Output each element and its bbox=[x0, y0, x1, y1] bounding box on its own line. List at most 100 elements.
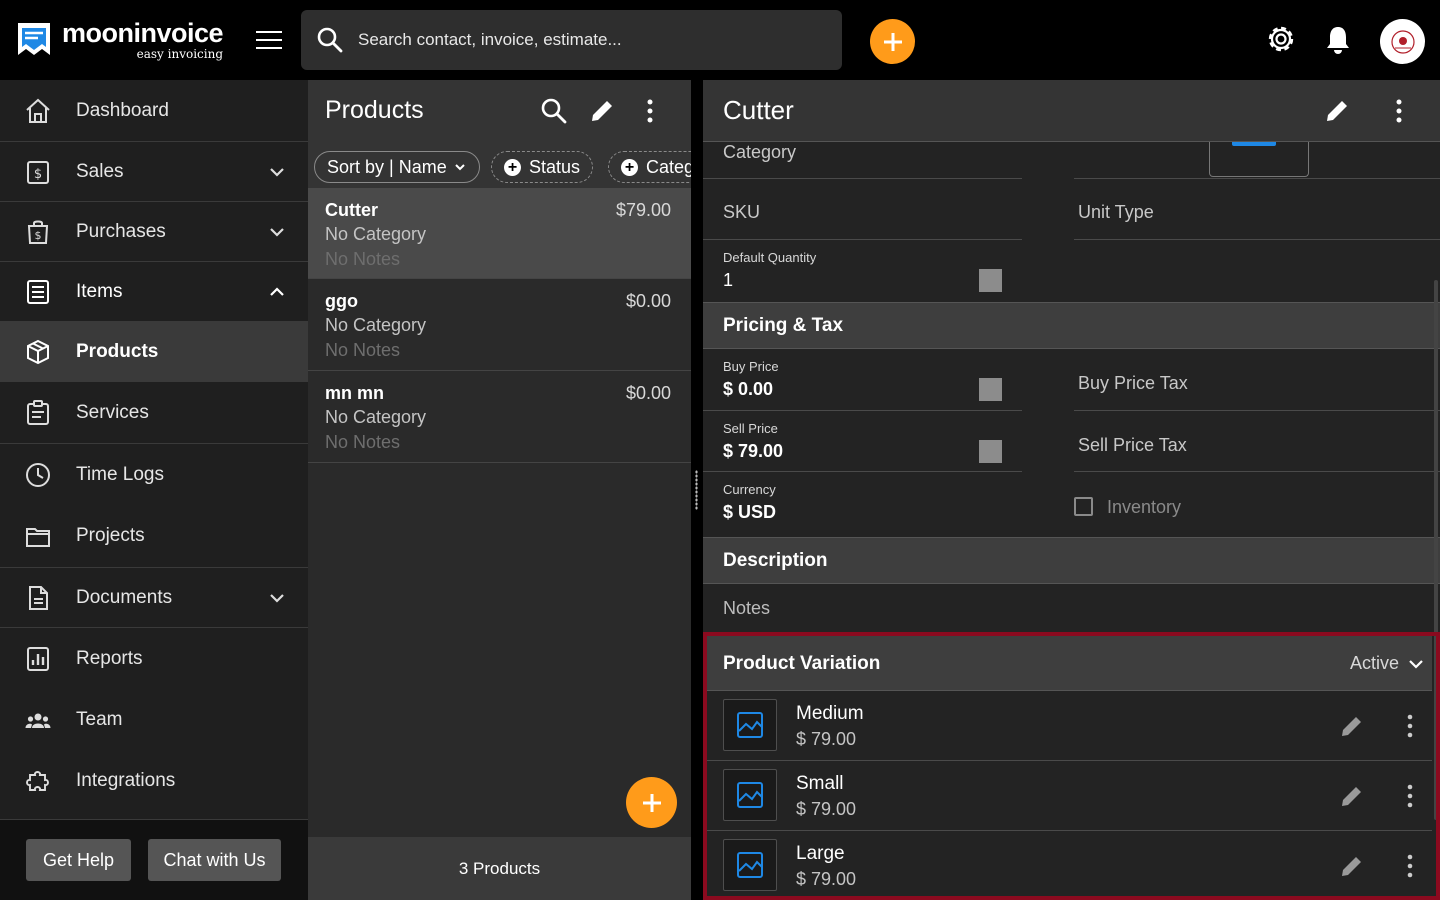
sidebar-item-projects[interactable]: Projects bbox=[0, 505, 308, 567]
team-icon bbox=[25, 713, 51, 728]
chevron-down-icon[interactable] bbox=[266, 221, 288, 243]
plus-icon bbox=[883, 32, 902, 51]
panel-resize-handle[interactable] bbox=[691, 80, 703, 900]
list-item[interactable]: Cutter $79.00 No Category No Notes bbox=[308, 188, 691, 279]
product-name: Cutter bbox=[325, 200, 378, 220]
box-icon bbox=[27, 339, 49, 364]
sidebar-item-reports[interactable]: Reports bbox=[0, 628, 308, 689]
sidebar-item-label: Sales bbox=[76, 160, 124, 182]
category-field[interactable]: Category bbox=[703, 142, 1022, 179]
buy-price-tax-field[interactable]: Buy Price Tax bbox=[1074, 349, 1440, 411]
category-filter-chip[interactable]: + Categ bbox=[608, 151, 691, 183]
edit-pencil-icon[interactable] bbox=[1339, 713, 1365, 739]
product-price: $79.00 bbox=[615, 200, 671, 220]
buy-price-tax-label: Buy Price Tax bbox=[1078, 373, 1188, 393]
sidebar-item-dashboard[interactable]: Dashboard bbox=[0, 80, 308, 141]
page-title: Products bbox=[325, 96, 424, 124]
sidebar-item-services[interactable]: Services bbox=[0, 382, 308, 443]
sidebar-item-label: Dashboard bbox=[76, 99, 169, 121]
unit-type-field[interactable]: Unit Type bbox=[1074, 179, 1440, 240]
more-vertical-icon[interactable] bbox=[1401, 713, 1419, 739]
sell-price-picker-icon[interactable] bbox=[979, 440, 1002, 463]
variation-price: $ 79.00 bbox=[796, 729, 857, 749]
bell-icon[interactable] bbox=[1324, 24, 1352, 56]
add-product-button[interactable] bbox=[626, 777, 677, 828]
gear-icon[interactable] bbox=[1264, 22, 1298, 56]
sidebar-item-integrations[interactable]: Integrations bbox=[0, 750, 308, 812]
category-chip-label: Categ bbox=[646, 156, 691, 177]
chevron-down-icon[interactable] bbox=[266, 587, 288, 609]
variation-name: Medium bbox=[796, 703, 864, 724]
variation-row[interactable]: Small $ 79.00 bbox=[707, 761, 1432, 831]
buy-price-picker-icon[interactable] bbox=[979, 378, 1002, 401]
quick-add-button[interactable] bbox=[870, 19, 915, 64]
more-vertical-icon[interactable] bbox=[1385, 97, 1413, 125]
list-item[interactable]: ggo $0.00 No Category No Notes bbox=[308, 279, 691, 371]
sidebar-item-documents[interactable]: Documents bbox=[0, 568, 308, 627]
sales-icon: $ bbox=[27, 160, 49, 184]
product-category: No Category bbox=[325, 315, 427, 335]
sort-chip[interactable]: Sort by | Name bbox=[314, 151, 480, 183]
logo-icon bbox=[18, 23, 50, 55]
inventory-checkbox[interactable] bbox=[1074, 497, 1093, 516]
sidebar-item-products[interactable]: Products bbox=[0, 321, 308, 382]
sell-price-tax-field[interactable]: Sell Price Tax bbox=[1074, 411, 1440, 472]
purchases-icon: $ bbox=[27, 220, 49, 244]
chevron-down-icon[interactable] bbox=[1407, 655, 1425, 673]
brand-logo[interactable]: mooninvoice easy invoicing bbox=[16, 20, 224, 61]
buy-price-label: Buy Price bbox=[723, 359, 779, 374]
sidebar-item-sales[interactable]: $ Sales bbox=[0, 142, 308, 201]
variation-row[interactable]: Large $ 79.00 bbox=[707, 831, 1432, 900]
unit-type-label: Unit Type bbox=[1078, 202, 1154, 222]
buy-price-field[interactable]: Buy Price $ 0.00 bbox=[703, 349, 1022, 411]
currency-field[interactable]: Currency $ USD bbox=[703, 472, 1022, 537]
variation-row[interactable]: Medium $ 79.00 bbox=[707, 691, 1432, 761]
chat-with-us-button[interactable]: Chat with Us bbox=[148, 839, 281, 881]
variation-price: $ 79.00 bbox=[796, 869, 857, 889]
sidebar-item-time-logs[interactable]: Time Logs bbox=[0, 444, 308, 505]
edit-pencil-icon[interactable] bbox=[1339, 853, 1365, 879]
section-title: Description bbox=[723, 550, 828, 571]
variation-name: Large bbox=[796, 843, 845, 864]
variation-thumbnail[interactable] bbox=[723, 699, 777, 751]
edit-pencil-icon[interactable] bbox=[1323, 97, 1351, 125]
search-input[interactable] bbox=[358, 30, 818, 50]
hamburger-menu-icon[interactable] bbox=[254, 28, 284, 52]
more-vertical-icon[interactable] bbox=[1401, 783, 1419, 809]
sku-field[interactable]: SKU bbox=[703, 179, 1022, 240]
list-header: Products bbox=[308, 80, 691, 142]
avatar[interactable] bbox=[1380, 19, 1425, 64]
status-filter-chip[interactable]: + Status bbox=[491, 151, 594, 183]
variation-thumbnail[interactable] bbox=[723, 839, 777, 891]
get-help-button[interactable]: Get Help bbox=[26, 839, 131, 881]
more-vertical-icon[interactable] bbox=[1401, 853, 1419, 879]
sidebar-item-items[interactable]: Items bbox=[0, 262, 308, 321]
notes-field[interactable]: Notes bbox=[723, 598, 770, 619]
chevron-down-icon bbox=[455, 164, 465, 171]
more-vertical-icon[interactable] bbox=[636, 97, 664, 125]
sidebar-item-purchases[interactable]: $ Purchases bbox=[0, 202, 308, 261]
list-item[interactable]: mn mn $0.00 No Category No Notes bbox=[308, 371, 691, 463]
variation-thumbnail[interactable] bbox=[723, 769, 777, 821]
sell-price-tax-label: Sell Price Tax bbox=[1078, 435, 1187, 455]
edit-pencil-icon[interactable] bbox=[588, 97, 616, 125]
search-icon[interactable] bbox=[540, 97, 568, 125]
global-search[interactable] bbox=[301, 10, 842, 70]
brand-tagline: easy invoicing bbox=[136, 47, 224, 61]
add-filter-icon: + bbox=[621, 158, 638, 176]
sidebar-item-team[interactable]: Team bbox=[0, 689, 308, 750]
sidebar-item-label: Services bbox=[76, 401, 149, 423]
description-section: Description bbox=[703, 537, 1440, 584]
default-quantity-field[interactable]: Default Quantity 1 bbox=[703, 240, 1022, 302]
sell-price-field[interactable]: Sell Price $ 79.00 bbox=[703, 411, 1022, 472]
sidebar-item-label: Time Logs bbox=[76, 463, 164, 485]
variation-status-dropdown[interactable]: Active bbox=[1350, 653, 1399, 674]
chevron-up-icon[interactable] bbox=[266, 281, 288, 303]
chevron-down-icon[interactable] bbox=[266, 161, 288, 183]
add-filter-icon: + bbox=[504, 158, 521, 176]
pricing-tax-section: Pricing & Tax bbox=[703, 302, 1440, 349]
edit-pencil-icon[interactable] bbox=[1339, 783, 1365, 809]
product-notes: No Notes bbox=[325, 340, 401, 360]
quantity-picker-icon[interactable] bbox=[979, 269, 1002, 292]
sidebar-item-label: Purchases bbox=[76, 220, 166, 242]
